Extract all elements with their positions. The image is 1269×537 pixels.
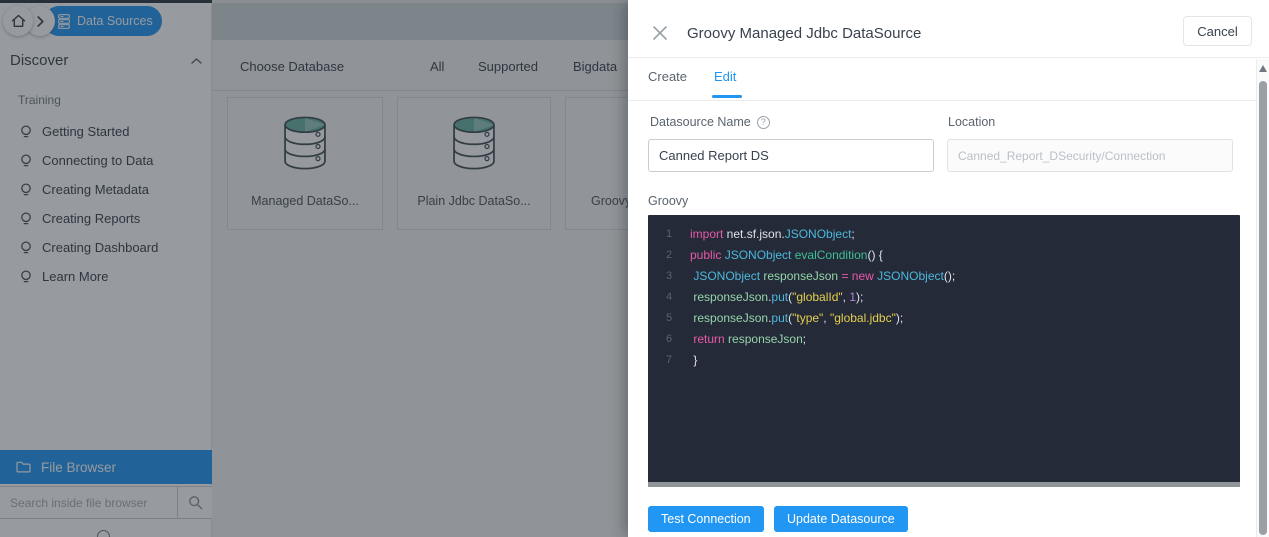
groovy-code-editor[interactable]: 1import net.sf.json.JSONObject;2public J… [648, 215, 1240, 487]
test-connection-button[interactable]: Test Connection [648, 506, 764, 532]
datasource-name-input[interactable] [648, 139, 934, 172]
datasource-modal: Groovy Managed Jdbc DataSource Cancel Cr… [628, 0, 1269, 537]
location-label: Location [948, 115, 995, 129]
active-tab-underline [712, 95, 742, 98]
scroll-up-arrow-icon[interactable] [1259, 65, 1267, 72]
tab-create[interactable]: Create [648, 69, 687, 84]
modal-title: Groovy Managed Jdbc DataSource [687, 25, 921, 42]
scrollbar-thumb[interactable] [1259, 81, 1267, 535]
update-datasource-button[interactable]: Update Datasource [774, 506, 908, 532]
datasource-name-label: Datasource Name ? [650, 115, 770, 129]
modal-scrollbar[interactable] [1256, 59, 1269, 537]
tab-edit[interactable]: Edit [714, 69, 736, 84]
location-input [947, 139, 1233, 172]
divider [628, 100, 1269, 101]
app-screen: Choose Database All Supported Bigdata Ma… [0, 0, 1269, 537]
editor-horizontal-scrollbar[interactable] [648, 482, 1240, 487]
cancel-button[interactable]: Cancel [1183, 16, 1252, 46]
close-icon[interactable] [652, 25, 668, 41]
modal-backdrop[interactable] [0, 0, 628, 537]
code-editor-lines: 1import net.sf.json.JSONObject;2public J… [648, 215, 1240, 371]
divider [628, 57, 1269, 58]
groovy-editor-label: Groovy [648, 194, 688, 208]
help-circle-icon[interactable]: ? [757, 116, 770, 129]
